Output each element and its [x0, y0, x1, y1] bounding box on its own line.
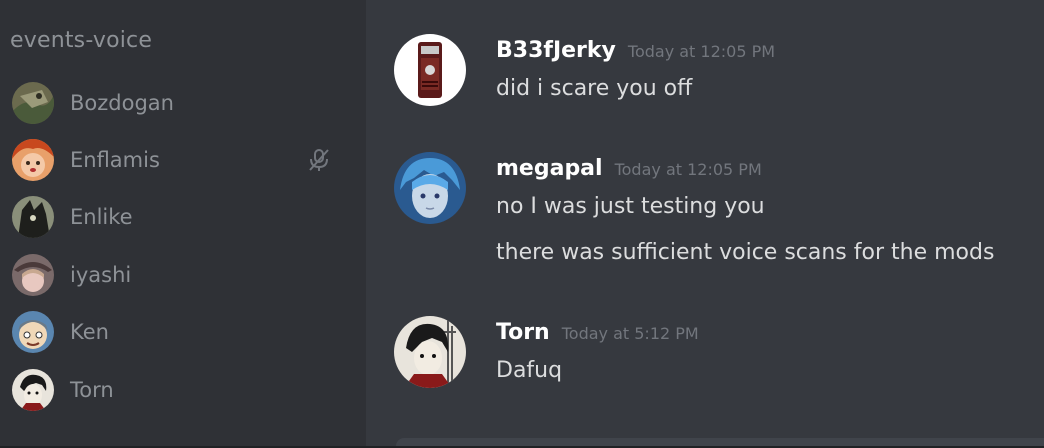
voice-user-name: Ken — [70, 320, 109, 344]
voice-user-name: Bozdogan — [70, 91, 174, 115]
message-author[interactable]: Torn — [496, 320, 550, 345]
message-text: no I was just testing you — [496, 194, 765, 219]
voice-user-name: Enlike — [70, 205, 133, 229]
message-text: did i scare you off — [496, 76, 693, 101]
discord-window: events-voice Bozdogan Enflamis Enlike iy… — [0, 0, 1044, 448]
message-timestamp: Today at 12:05 PM — [627, 42, 776, 61]
avatar — [12, 139, 54, 181]
avatar — [12, 82, 54, 124]
message-text: there was sufficient voice scans for the… — [496, 240, 995, 265]
avatar[interactable] — [394, 152, 466, 224]
avatar[interactable] — [394, 34, 466, 106]
message-timestamp: Today at 5:12 PM — [561, 324, 699, 343]
message-timestamp: Today at 12:05 PM — [614, 160, 762, 179]
voice-user-iyashi[interactable]: iyashi — [12, 253, 352, 297]
avatar — [12, 254, 54, 296]
message-author[interactable]: B33fJerky — [496, 38, 616, 63]
chat-area: B33fJerky Today at 12:05 PM did i scare y… — [366, 0, 1044, 448]
voice-user-name: iyashi — [70, 263, 132, 287]
avatar — [12, 196, 54, 238]
avatar[interactable] — [394, 316, 466, 388]
microphone-muted-icon — [309, 149, 329, 171]
voice-channel-name[interactable]: events-voice — [10, 28, 152, 53]
message-author[interactable]: megapal — [496, 156, 603, 181]
voice-user-enlike[interactable]: Enlike — [12, 195, 352, 239]
avatar — [12, 369, 54, 411]
voice-user-name: Torn — [70, 378, 114, 402]
voice-user-ken[interactable]: Ken — [12, 310, 352, 354]
avatar — [12, 311, 54, 353]
voice-channel-sidebar: events-voice Bozdogan Enflamis Enlike iy… — [0, 0, 366, 448]
voice-user-name: Enflamis — [70, 148, 160, 172]
voice-user-torn[interactable]: Torn — [12, 368, 352, 412]
voice-user-enflamis[interactable]: Enflamis — [12, 138, 352, 182]
message-text: Dafuq — [496, 358, 563, 383]
voice-user-bozdogan[interactable]: Bozdogan — [12, 81, 352, 125]
